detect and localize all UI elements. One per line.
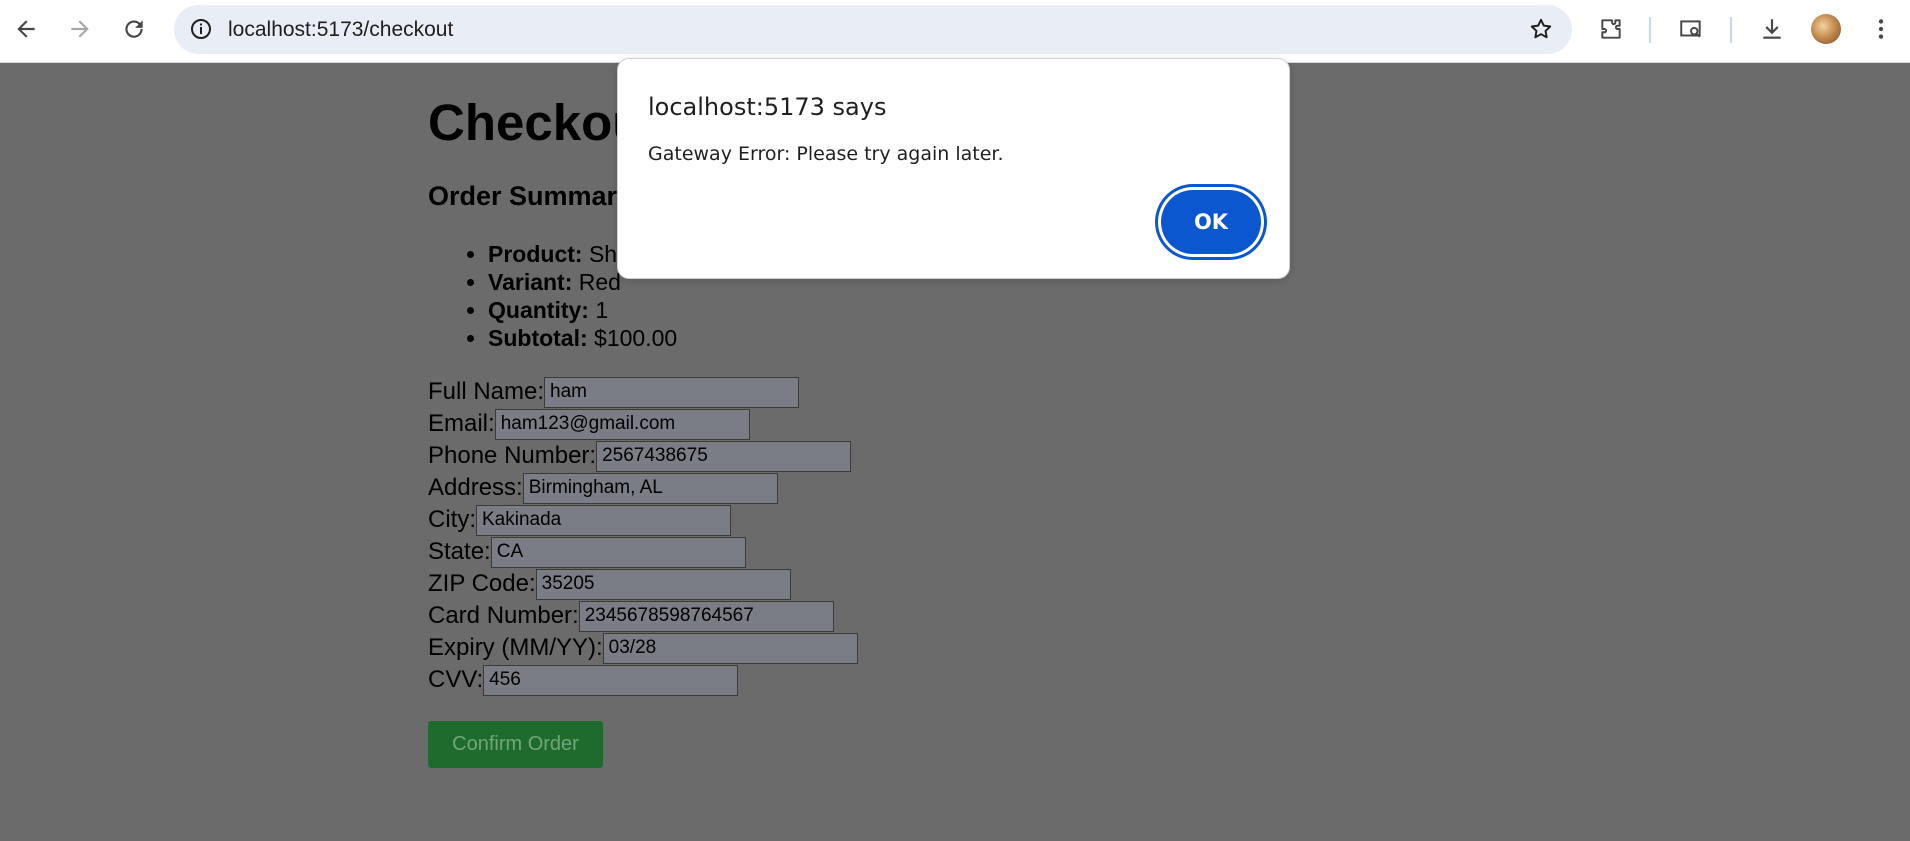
back-icon[interactable] (8, 9, 44, 49)
reload-icon[interactable] (116, 9, 152, 49)
cvv-label: CVV: (428, 666, 484, 693)
cvv-field[interactable]: 456 (483, 664, 739, 696)
menu-dots-icon[interactable] (1863, 9, 1899, 49)
profile-avatar[interactable] (1811, 14, 1841, 44)
full-name-field[interactable]: ham (544, 376, 800, 408)
extensions-icon[interactable] (1593, 9, 1629, 49)
summary-label: Quantity: (488, 297, 589, 323)
city-field[interactable]: Kakinada (476, 504, 731, 536)
email-label: Email: (428, 410, 495, 437)
ok-button[interactable]: OK (1161, 190, 1261, 254)
state-label: State: (428, 538, 491, 565)
form-row-expiry: Expiry (MM/YY): 03/28 (428, 632, 858, 664)
city-label: City: (428, 506, 476, 533)
toolbar-divider (1649, 17, 1651, 43)
full-name-label: Full Name: (428, 378, 545, 405)
list-item: Subtotal: $100.00 (488, 324, 744, 352)
form-row-card-number: Card Number: 2345678598764567 (428, 600, 858, 632)
toolbar-divider (1730, 17, 1732, 43)
phone-label: Phone Number: (428, 442, 597, 469)
zip-label: ZIP Code: (428, 570, 536, 597)
search-tab-icon[interactable] (1673, 9, 1709, 49)
summary-value: Red (572, 269, 621, 295)
address-field[interactable]: Birmingham, AL (522, 472, 778, 504)
summary-label: Product: (488, 241, 583, 267)
form-row-city: City: Kakinada (428, 504, 858, 536)
form-row-state: State: CA (428, 536, 858, 568)
bookmark-star-icon[interactable] (1528, 16, 1554, 42)
phone-field[interactable]: 2567438675 (596, 440, 852, 472)
summary-value: $100.00 (587, 325, 678, 351)
checkout-form: Full Name: ham Email: ham123@gmail.com P… (428, 376, 858, 696)
site-info-icon[interactable] (188, 16, 214, 42)
alert-dialog: localhost:5173 says Gateway Error: Pleas… (617, 58, 1290, 279)
browser-toolbar: localhost:5173/checkout (0, 0, 1910, 63)
zip-field[interactable]: 35205 (535, 568, 791, 600)
summary-value: 1 (588, 297, 609, 323)
list-item: Quantity: 1 (488, 296, 744, 324)
forward-icon[interactable] (62, 9, 98, 49)
download-icon[interactable] (1754, 9, 1790, 49)
form-row-cvv: CVV: 456 (428, 664, 858, 696)
form-row-email: Email: ham123@gmail.com (428, 408, 858, 440)
email-field[interactable]: ham123@gmail.com (494, 408, 750, 440)
address-bar[interactable]: localhost:5173/checkout (174, 5, 1572, 54)
address-label: Address: (428, 474, 523, 501)
form-row-address: Address: Birmingham, AL (428, 472, 858, 504)
card-number-field[interactable]: 2345678598764567 (578, 600, 834, 632)
summary-label: Subtotal: (488, 325, 588, 351)
expiry-field[interactable]: 03/28 (602, 632, 858, 664)
confirm-order-button[interactable]: Confirm Order (428, 721, 603, 768)
form-row-zip: ZIP Code: 35205 (428, 568, 858, 600)
dialog-message: Gateway Error: Please try again later. (648, 143, 1004, 165)
url-text[interactable]: localhost:5173/checkout (228, 18, 453, 42)
summary-label: Variant: (488, 269, 573, 295)
form-row-full-name: Full Name: ham (428, 376, 858, 408)
card-number-label: Card Number: (428, 602, 579, 629)
state-field[interactable]: CA (490, 536, 746, 568)
dialog-title: localhost:5173 says (648, 93, 887, 121)
form-row-phone: Phone Number: 2567438675 (428, 440, 858, 472)
order-summary-heading: Order Summary (428, 181, 633, 211)
expiry-label: Expiry (MM/YY): (428, 634, 603, 661)
